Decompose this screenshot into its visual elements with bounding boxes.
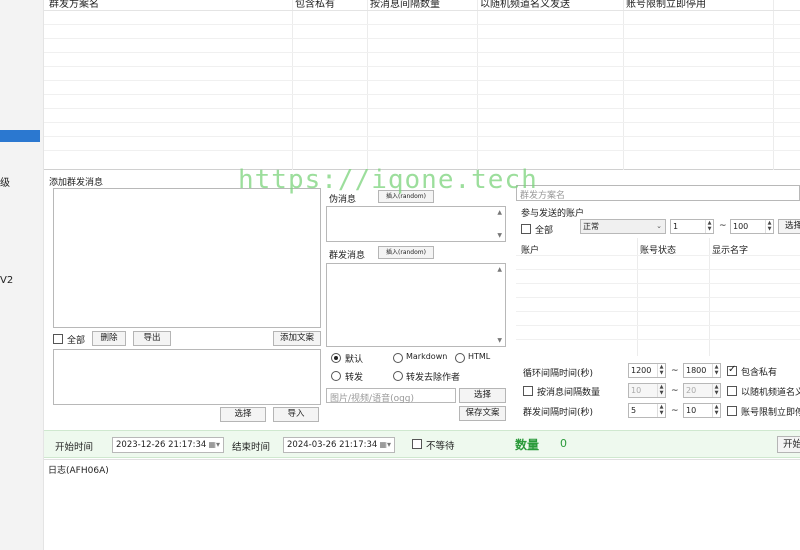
mass-message-input[interactable]: ▲ ▼ bbox=[326, 263, 506, 347]
stepper-arrows-icon[interactable]: ▲ ▼ bbox=[705, 220, 713, 233]
accounts-table[interactable]: 账户 账号状态 显示名字 bbox=[516, 238, 800, 356]
loop-max-stepper[interactable]: 1800 ▲ ▼ bbox=[683, 363, 721, 378]
calendar-icon[interactable]: ▦▾ bbox=[379, 438, 391, 452]
column-header[interactable]: 以随机频道名义发送 bbox=[480, 0, 570, 10]
scroll-up-icon[interactable]: ▲ bbox=[497, 209, 502, 216]
account-from-stepper[interactable]: 1 ▲ ▼ bbox=[670, 219, 714, 234]
media-path-input[interactable]: 图片/视频/语音(ogg) bbox=[326, 388, 456, 404]
sidebar-selected-item[interactable] bbox=[0, 130, 40, 142]
include-private-checkbox[interactable] bbox=[727, 364, 737, 376]
status-select[interactable]: 正常 ⌄ bbox=[580, 219, 666, 234]
account-to-stepper[interactable]: 100 ▲ ▼ bbox=[730, 219, 774, 234]
stepper-arrows-icon[interactable]: ▲ ▼ bbox=[657, 384, 665, 397]
add-text-button[interactable]: 添加文案 bbox=[273, 331, 321, 346]
stepper-arrows-icon[interactable]: ▲ ▼ bbox=[712, 364, 720, 377]
count-label: 数量 bbox=[515, 438, 540, 452]
text-list[interactable] bbox=[53, 349, 321, 405]
accounts-select-all-checkbox[interactable] bbox=[521, 224, 531, 234]
stepper-arrows-icon[interactable]: ▲ ▼ bbox=[712, 384, 720, 397]
accounts-select-button[interactable]: 选择 bbox=[778, 219, 800, 234]
scroll-down-icon[interactable]: ▼ bbox=[497, 232, 502, 239]
no-wait-checkbox[interactable] bbox=[412, 439, 422, 449]
chevron-down-icon: ⌄ bbox=[656, 222, 662, 230]
random-channel-checkbox[interactable] bbox=[727, 386, 737, 396]
run-bar: 开始时间 2023-12-26 21:17:34 ▦▾ 结束时间 2024-03… bbox=[44, 430, 800, 458]
stepper-arrows-icon[interactable]: ▲ ▼ bbox=[657, 404, 665, 417]
column-header[interactable]: 账号限制立即停用 bbox=[626, 0, 706, 10]
loop-interval-label: 循环间隔时间(秒) bbox=[523, 369, 594, 379]
by-count-label: 按消息间隔数量 bbox=[537, 388, 601, 398]
mode-forward-label: 转发 bbox=[345, 373, 364, 383]
limit-stop-checkbox[interactable] bbox=[727, 406, 737, 416]
mass-min-stepper[interactable]: 5 ▲ ▼ bbox=[628, 403, 666, 418]
random-channel-label: 以随机频道名义 bbox=[741, 388, 800, 398]
end-time-label: 结束时间 bbox=[232, 442, 271, 453]
count-value: 0 bbox=[560, 437, 567, 450]
delete-button[interactable]: 删除 bbox=[92, 331, 126, 346]
mode-default-radio[interactable] bbox=[331, 353, 341, 363]
stepper-arrows-icon[interactable]: ▲ ▼ bbox=[657, 364, 665, 377]
mode-html-radio[interactable] bbox=[455, 353, 465, 363]
column-header[interactable]: 按消息间隔数量 bbox=[370, 0, 440, 10]
column-header[interactable]: 群发方案名 bbox=[49, 0, 99, 10]
plan-name-input[interactable]: 群发方案名 bbox=[516, 185, 800, 201]
calendar-icon[interactable]: ▦▾ bbox=[208, 438, 220, 452]
start-time-picker[interactable]: 2023-12-26 21:17:34 ▦▾ bbox=[112, 437, 224, 453]
accounts-title: 参与发送的账户 bbox=[521, 209, 585, 219]
media-select-button[interactable]: 选择 bbox=[459, 388, 506, 403]
insert-random-button[interactable]: 插入(random) bbox=[378, 246, 434, 259]
mode-markdown-radio[interactable] bbox=[393, 353, 403, 363]
sidebar-item-label[interactable]: 级 bbox=[0, 174, 10, 189]
accounts-select-all-label: 全部 bbox=[535, 226, 554, 236]
stepper-arrows-icon[interactable]: ▲ ▼ bbox=[765, 220, 773, 233]
select-button[interactable]: 选择 bbox=[220, 407, 266, 422]
count-min-stepper[interactable]: 10 ▲ ▼ bbox=[628, 383, 666, 398]
mass-message-label: 群发消息 bbox=[329, 251, 366, 261]
loop-min-stepper[interactable]: 1200 ▲ ▼ bbox=[628, 363, 666, 378]
select-all-label: 全部 bbox=[67, 336, 86, 346]
start-time-label: 开始时间 bbox=[55, 442, 94, 453]
import-button[interactable]: 导入 bbox=[273, 407, 319, 422]
by-count-checkbox[interactable] bbox=[523, 386, 533, 396]
scroll-down-icon[interactable]: ▼ bbox=[497, 337, 502, 344]
count-max-stepper[interactable]: 20 ▲ ▼ bbox=[683, 383, 721, 398]
include-private-label: 包含私有 bbox=[741, 368, 778, 378]
mode-forward-strip-label: 转发去除作者 bbox=[406, 373, 461, 383]
mode-forward-strip-radio[interactable] bbox=[393, 371, 403, 381]
mode-forward-radio[interactable] bbox=[331, 371, 341, 381]
mass-interval-label: 群发间隔时间(秒) bbox=[523, 408, 594, 418]
save-text-button[interactable]: 保存文案 bbox=[459, 406, 506, 421]
sidebar-item-label[interactable]: V2 bbox=[0, 275, 13, 286]
log-panel[interactable]: 日志(AFH06A) bbox=[44, 459, 800, 550]
mode-default-label: 默认 bbox=[345, 355, 364, 365]
pseudo-message-input[interactable]: ▲ ▼ bbox=[326, 206, 506, 242]
select-all-checkbox[interactable] bbox=[53, 334, 63, 344]
mass-max-stepper[interactable]: 10 ▲ ▼ bbox=[683, 403, 721, 418]
mode-html-label: HTML bbox=[468, 352, 491, 361]
message-list[interactable] bbox=[53, 188, 321, 328]
start-button[interactable]: 开始 bbox=[777, 436, 800, 453]
compose-title: 添加群发消息 bbox=[49, 178, 104, 188]
no-wait-label: 不等待 bbox=[426, 441, 455, 452]
mode-markdown-label: Markdown bbox=[406, 352, 448, 361]
end-time-picker[interactable]: 2024-03-26 21:17:34 ▦▾ bbox=[283, 437, 395, 453]
log-title: 日志(AFH06A) bbox=[48, 466, 109, 476]
scroll-up-icon[interactable]: ▲ bbox=[497, 266, 502, 273]
watermark-text: https://iqone.tech bbox=[238, 165, 538, 195]
export-button[interactable]: 导出 bbox=[133, 331, 171, 346]
plan-table[interactable]: 群发方案名 包含私有 按消息间隔数量 以随机频道名义发送 账号限制立即停用 bbox=[44, 0, 800, 170]
column-header[interactable]: 包含私有 bbox=[295, 0, 335, 10]
limit-stop-label: 账号限制立即停用 bbox=[741, 408, 800, 418]
stepper-arrows-icon[interactable]: ▲ ▼ bbox=[712, 404, 720, 417]
